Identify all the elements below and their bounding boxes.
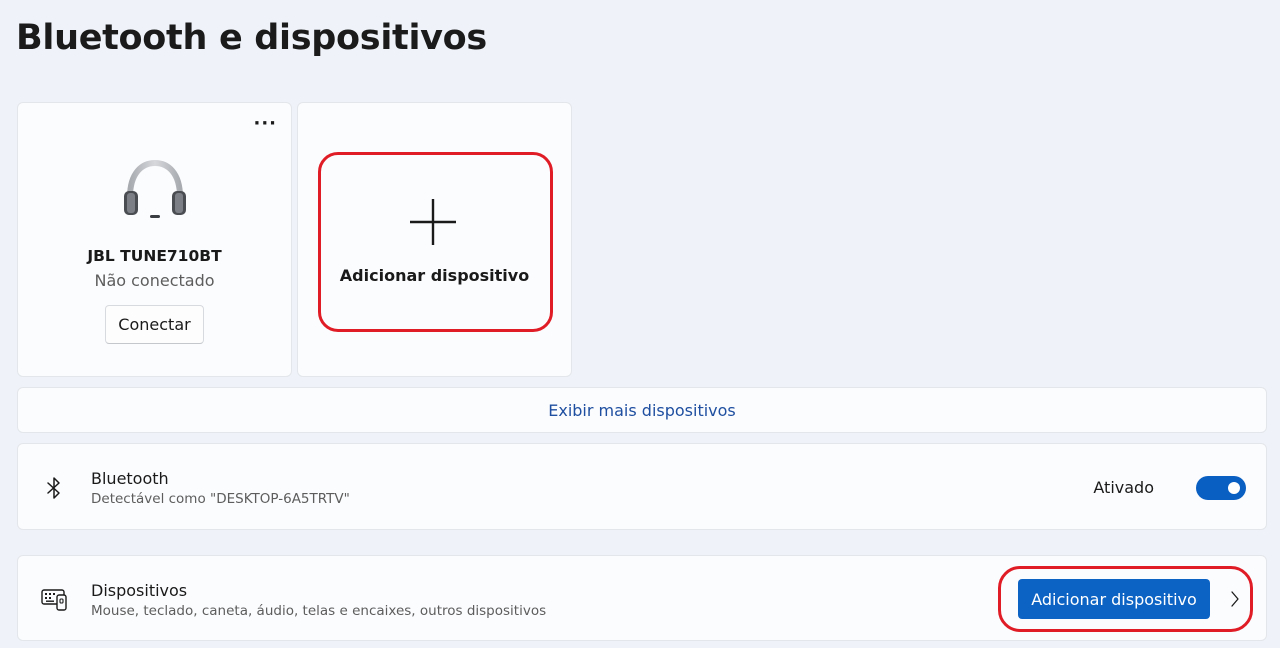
device-name: JBL TUNE710BT xyxy=(87,247,222,265)
show-more-devices-label: Exibir mais dispositivos xyxy=(548,400,736,420)
bluetooth-toggle[interactable] xyxy=(1196,476,1246,500)
headset-icon xyxy=(124,159,186,218)
chevron-right-icon[interactable] xyxy=(1230,590,1240,608)
bluetooth-subtitle: Detectável como "DESKTOP-6A5TRTV" xyxy=(91,491,350,507)
bluetooth-state-label: Ativado xyxy=(1093,478,1154,497)
page-title: Bluetooth e dispositivos xyxy=(16,18,487,58)
more-options-button[interactable]: ··· xyxy=(253,115,277,133)
show-more-devices-link[interactable]: Exibir mais dispositivos xyxy=(17,387,1267,433)
device-card[interactable]: ··· JBL TUNE710BT Não conectado Conectar xyxy=(17,102,292,377)
devices-subtitle: Mouse, teclado, caneta, áudio, telas e e… xyxy=(91,603,547,619)
toggle-knob xyxy=(1228,482,1240,494)
add-device-card[interactable]: Adicionar dispositivo xyxy=(297,102,572,377)
connect-button[interactable]: Conectar xyxy=(105,305,204,344)
add-device-label: Adicionar dispositivo xyxy=(339,266,530,285)
add-device-button[interactable]: Adicionar dispositivo xyxy=(1018,579,1210,619)
device-status: Não conectado xyxy=(94,271,215,290)
plus-icon xyxy=(410,199,456,245)
devices-setting-row[interactable]: Dispositivos Mouse, teclado, caneta, áud… xyxy=(17,555,1267,641)
devices-title: Dispositivos xyxy=(91,581,188,600)
keyboard-device-icon xyxy=(41,589,67,611)
bluetooth-icon xyxy=(47,477,60,499)
bluetooth-title: Bluetooth xyxy=(91,469,169,488)
bluetooth-setting-row: Bluetooth Detectável como "DESKTOP-6A5TR… xyxy=(17,443,1267,530)
